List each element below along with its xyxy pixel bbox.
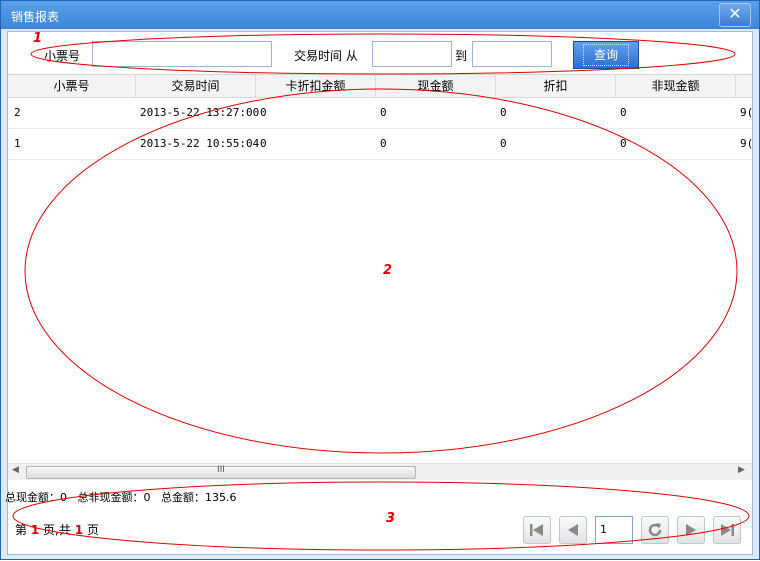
cell-discount: 0 (500, 137, 507, 150)
total-amount: 总金额：135.6 (161, 491, 237, 504)
scroll-grip: III (217, 465, 225, 475)
close-icon: ✕ (728, 4, 742, 23)
next-page-icon (686, 524, 696, 536)
annotation-label-1: 1 (33, 31, 43, 46)
total-cash: 总现金额：0 (5, 491, 67, 504)
window-title: 销售报表 (11, 10, 60, 24)
table-row[interactable]: 2 2013-5-22 13:27:00 0 0 0 0 9( (8, 98, 752, 129)
report-client-area: 小票号 交易时间 从 到 查询 小票号 交易时间 卡折扣金额 现金额 折扣 非现… (7, 31, 753, 555)
column-header-time[interactable]: 交易时间 (136, 75, 256, 97)
cell-ticket: 2 (14, 106, 21, 119)
column-header-cash[interactable]: 现金额 (376, 75, 496, 97)
cell-overflow: 9( (740, 106, 752, 119)
page-prefix: 第 (15, 523, 28, 537)
cell-cash: 0 (380, 106, 387, 119)
refresh-icon (648, 523, 662, 537)
annotation-label-2: 2 (383, 263, 393, 278)
annotation-label-3: 3 (386, 511, 396, 526)
time-from-input[interactable] (372, 41, 452, 67)
first-page-icon (530, 524, 543, 536)
page-info: 第 1 页,共 1 页 (15, 521, 99, 538)
column-header-discount[interactable]: 折扣 (496, 75, 616, 97)
column-header-card-discount[interactable]: 卡折扣金额 (256, 75, 376, 97)
cell-noncash: 0 (620, 137, 627, 150)
sales-table: 小票号 交易时间 卡折扣金额 现金额 折扣 非现金额 2 2013-5-22 1… (8, 74, 752, 480)
prev-page-button[interactable] (559, 516, 587, 544)
prev-page-icon (568, 524, 578, 536)
horizontal-scrollbar[interactable]: ◀ III ▶ (8, 463, 752, 480)
column-header-overflow (736, 75, 752, 97)
time-to-input[interactable] (472, 41, 552, 67)
cell-time: 2013-5-22 13:27:00 (140, 106, 260, 119)
time-to-label: 到 (455, 49, 468, 63)
query-button[interactable]: 查询 (573, 41, 639, 69)
close-button[interactable]: ✕ (719, 3, 751, 27)
summary-bar: 总现金额：0 总非现金额：0 总金额：135.6 (5, 489, 237, 505)
cell-card-discount: 0 (260, 106, 267, 119)
cell-noncash: 0 (620, 106, 627, 119)
scrollbar-thumb[interactable]: III (26, 465, 416, 479)
cell-ticket: 1 (14, 137, 21, 150)
first-page-button[interactable] (523, 516, 551, 544)
ticket-label: 小票号 (44, 49, 81, 63)
total-pages: 1 (74, 523, 84, 537)
last-page-button[interactable] (713, 516, 741, 544)
next-page-button[interactable] (677, 516, 705, 544)
query-button-label: 查询 (582, 44, 629, 66)
column-header-noncash[interactable]: 非现金额 (616, 75, 736, 97)
page-number-input[interactable]: 1 (595, 516, 633, 544)
last-page-icon (721, 524, 734, 536)
time-from-label: 交易时间 从 (294, 49, 358, 63)
cell-cash: 0 (380, 137, 387, 150)
cell-time: 2013-5-22 10:55:04 (140, 137, 260, 150)
table-header: 小票号 交易时间 卡折扣金额 现金额 折扣 非现金额 (8, 75, 752, 98)
table-row[interactable]: 1 2013-5-22 10:55:04 0 0 0 0 9( (8, 129, 752, 160)
column-header-ticket[interactable]: 小票号 (8, 75, 136, 97)
scroll-left-icon[interactable]: ◀ (12, 465, 19, 475)
search-bar: 小票号 交易时间 从 到 查询 (8, 32, 752, 72)
page-suffix: 页 (86, 523, 99, 537)
cell-overflow: 9( (740, 137, 752, 150)
current-page: 1 (30, 523, 40, 537)
cell-discount: 0 (500, 106, 507, 119)
refresh-button[interactable] (641, 516, 669, 544)
sales-report-window: 销售报表 ✕ 小票号 交易时间 从 到 查询 小票号 交易时间 卡折扣金额 现金… (0, 0, 760, 560)
total-noncash: 总非现金额：0 (77, 491, 151, 504)
ticket-input[interactable] (92, 41, 272, 67)
page-mid: 页,共 (43, 523, 71, 537)
title-bar: 销售报表 ✕ (1, 1, 759, 29)
cell-card-discount: 0 (260, 137, 267, 150)
scroll-right-icon[interactable]: ▶ (738, 465, 745, 475)
